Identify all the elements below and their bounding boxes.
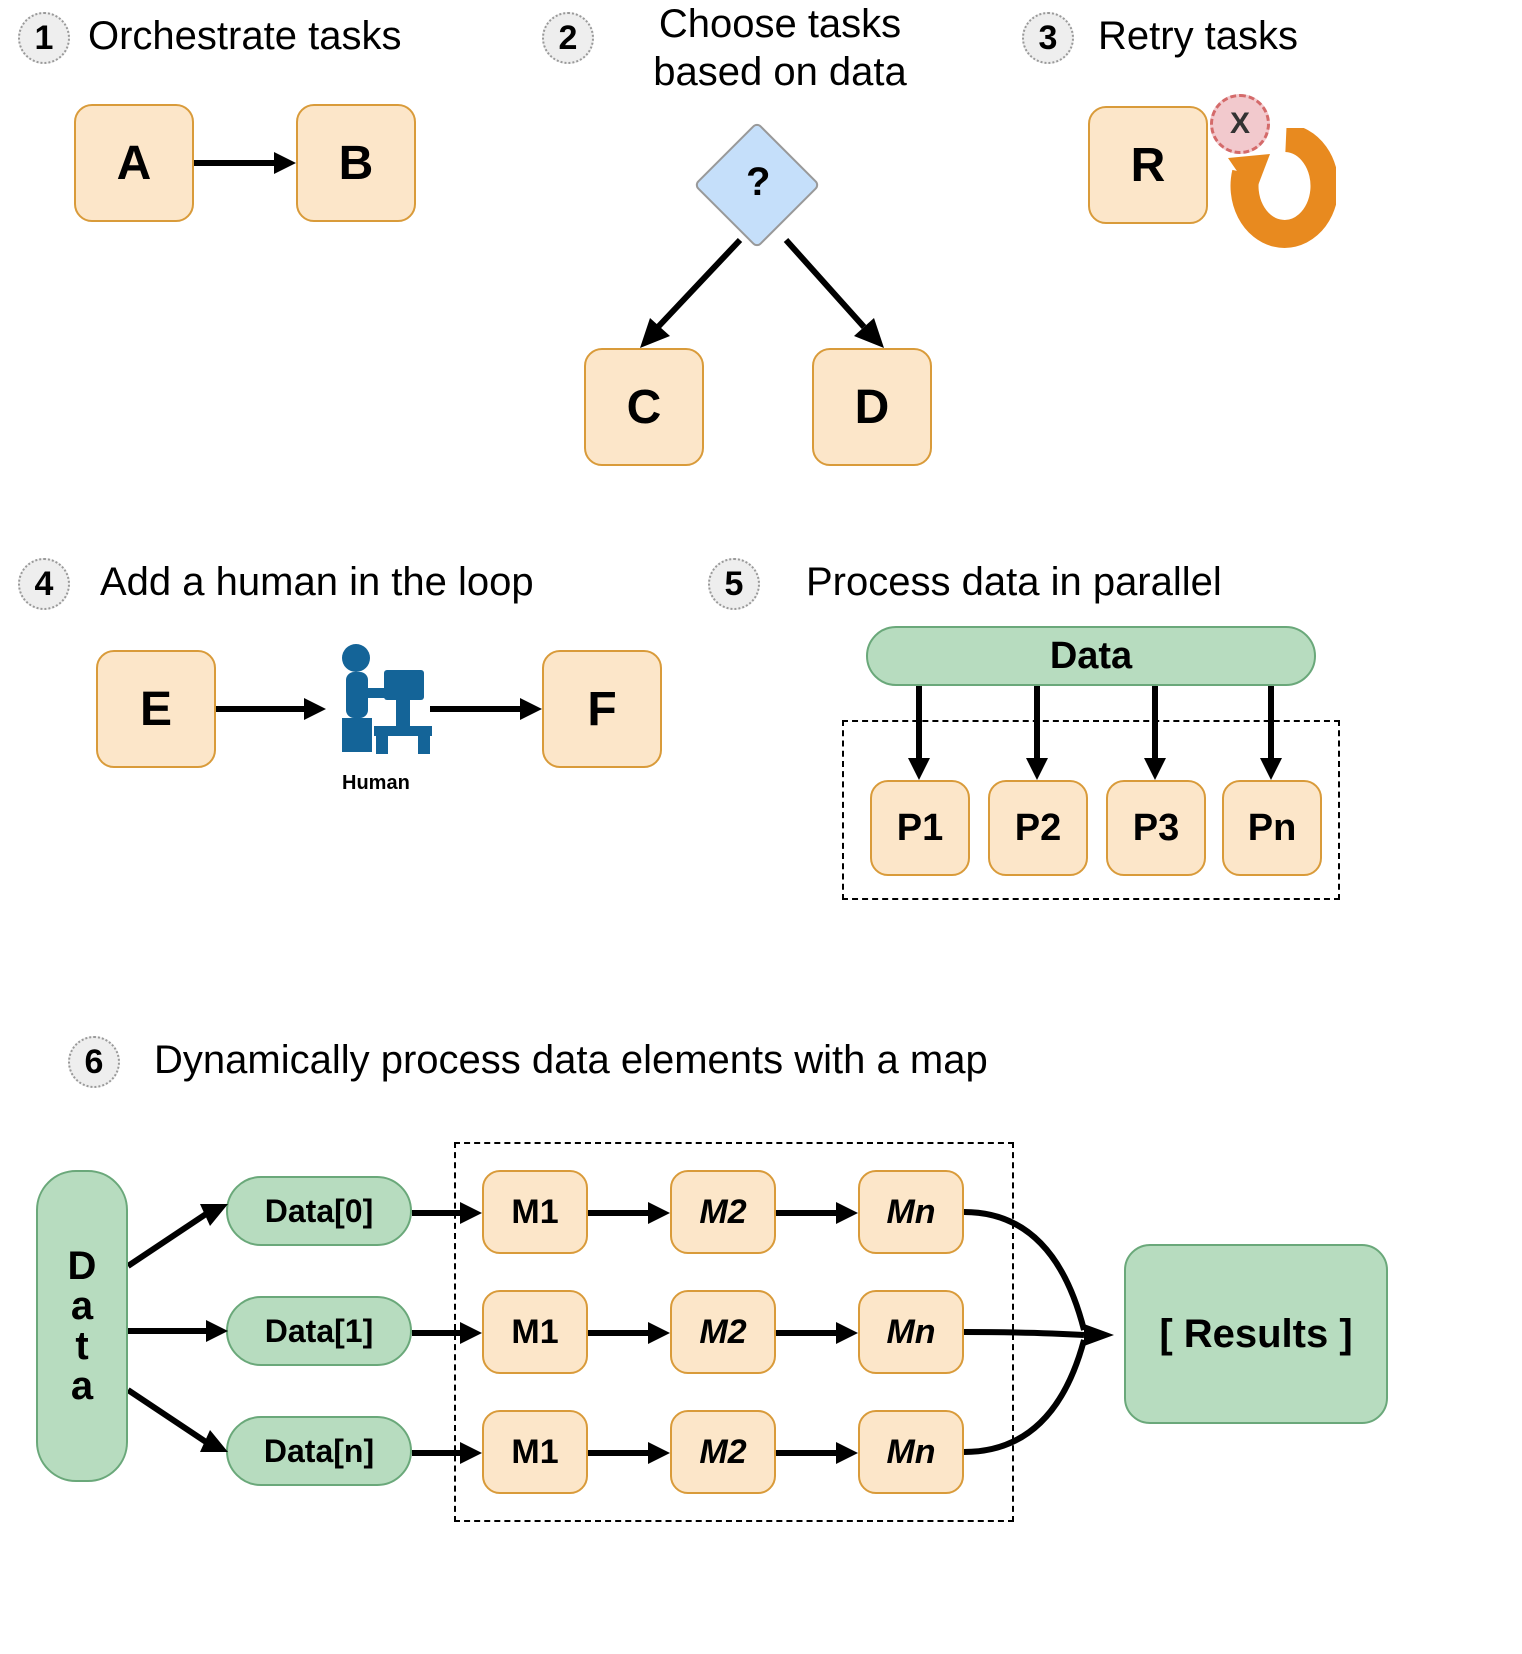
r1-d-to-m1 <box>412 1318 482 1348</box>
task-b: B <box>296 104 416 222</box>
m1-r0: M1 <box>482 1170 588 1254</box>
r0-d-to-m1 <box>412 1198 482 1228</box>
task-a: A <box>74 104 194 222</box>
task-p2: P2 <box>988 780 1088 876</box>
human-icon <box>314 630 434 770</box>
badge-6-num: 6 <box>85 1043 104 1082</box>
data-vertical-pill: Data <box>36 1170 128 1482</box>
badge-3-num: 3 <box>1039 19 1058 58</box>
title-3: Retry tasks <box>1098 14 1298 59</box>
arrow-data-p2 <box>1022 686 1052 780</box>
task-d: D <box>812 348 932 466</box>
data-pill-s5: Data <box>866 626 1316 686</box>
arrow-data-to-row0 <box>128 1196 228 1276</box>
r1-m2-mn <box>776 1318 858 1348</box>
badge-4-num: 4 <box>35 565 54 604</box>
arrow-data-to-row1 <box>128 1316 228 1346</box>
badge-2: 2 <box>542 12 594 64</box>
arrow-data-to-rown <box>128 1380 228 1460</box>
title-5: Process data in parallel <box>806 560 1222 605</box>
results-box: [ Results ] <box>1124 1244 1388 1424</box>
task-c: C <box>584 348 704 466</box>
arrow-data-pn <box>1256 686 1286 780</box>
badge-1: 1 <box>18 12 70 64</box>
arrow-a-to-b <box>194 148 296 178</box>
data-vertical-text: Data <box>68 1246 97 1406</box>
r0-m2-mn <box>776 1198 858 1228</box>
r1-m1-m2 <box>588 1318 670 1348</box>
data-row-n: Data[n] <box>226 1416 412 1486</box>
arrow-e-to-human <box>216 694 326 724</box>
title-6: Dynamically process data elements with a… <box>154 1038 988 1083</box>
data-row-0: Data[0] <box>226 1176 412 1246</box>
data-row-1: Data[1] <box>226 1296 412 1366</box>
badge-2-num: 2 <box>559 19 578 58</box>
m2-r1: M2 <box>670 1290 776 1374</box>
mn-r0: Mn <box>858 1170 964 1254</box>
arrow-human-to-f <box>430 694 542 724</box>
mn-r1: Mn <box>858 1290 964 1374</box>
badge-5-num: 5 <box>725 565 744 604</box>
m2-rn: M2 <box>670 1410 776 1494</box>
title-2: Choose tasks based on data <box>620 0 940 96</box>
m1-rn: M1 <box>482 1410 588 1494</box>
badge-6: 6 <box>68 1036 120 1088</box>
merge-curves <box>964 1190 1134 1480</box>
mn-rn: Mn <box>858 1410 964 1494</box>
task-p1: P1 <box>870 780 970 876</box>
rn-m2-mn <box>776 1438 858 1468</box>
arrow-diamond-to-d <box>766 232 896 352</box>
task-pn: Pn <box>1222 780 1322 876</box>
task-p3: P3 <box>1106 780 1206 876</box>
badge-1-num: 1 <box>35 19 54 58</box>
retry-loop-icon <box>1226 128 1336 248</box>
badge-5: 5 <box>708 558 760 610</box>
m1-r1: M1 <box>482 1290 588 1374</box>
arrow-data-p1 <box>904 686 934 780</box>
rn-d-to-m1 <box>412 1438 482 1468</box>
arrow-diamond-to-c <box>630 232 760 352</box>
task-e: E <box>96 650 216 768</box>
m2-r0: M2 <box>670 1170 776 1254</box>
task-r: R <box>1088 106 1208 224</box>
r0-m1-m2 <box>588 1198 670 1228</box>
arrow-data-p3 <box>1140 686 1170 780</box>
title-1: Orchestrate tasks <box>88 14 401 59</box>
rn-m1-m2 <box>588 1438 670 1468</box>
title-4: Add a human in the loop <box>100 560 534 605</box>
human-label: Human <box>342 772 410 795</box>
task-f: F <box>542 650 662 768</box>
badge-4: 4 <box>18 558 70 610</box>
badge-3: 3 <box>1022 12 1074 64</box>
decision-label: ? <box>746 160 770 205</box>
